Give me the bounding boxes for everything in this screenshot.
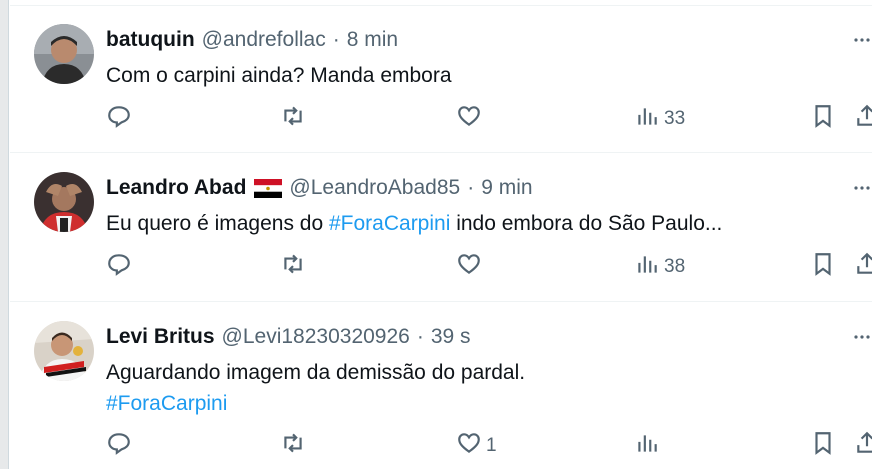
timestamp[interactable]: 8 min [347,28,398,52]
retweet-icon [280,430,306,462]
tweet-text: Aguardando imagem da demissão do pardal.… [106,357,846,419]
views-icon [634,430,660,462]
share-button[interactable] [854,104,872,134]
tweet-actions: 33 [106,104,872,136]
separator-dot: · [332,28,340,51]
separator-dot: · [467,176,475,199]
tweet[interactable]: Leandro Abad @LeandroAbad85 · 9 min Eu q… [10,154,872,302]
more-icon[interactable] [852,178,872,198]
author-handle[interactable]: @LeandroAbad85 [289,176,460,200]
share-button[interactable] [854,431,872,461]
tweet-header: Leandro Abad @LeandroAbad85 · 9 min [106,174,533,202]
like-button[interactable] [456,252,482,282]
reply-button[interactable] [106,104,132,134]
avatar[interactable] [34,172,94,232]
reply-icon [106,430,132,462]
timestamp[interactable]: 39 s [431,325,471,349]
like-button[interactable] [456,104,482,134]
author-handle[interactable]: @Levi18230320926 [222,325,410,349]
author-handle[interactable]: @andrefollac [202,28,326,52]
hashtag-link[interactable]: #ForaCarpini [106,388,846,419]
share-icon [854,103,872,135]
views-button[interactable] [634,431,660,461]
views-count: 38 [664,256,686,277]
tweet-text-line: Aguardando imagem da demissão do pardal. [106,361,526,384]
heart-icon [456,430,482,462]
tweet-text-start: Eu quero é imagens do [106,212,329,235]
retweet-icon [280,251,306,283]
bookmark-button[interactable] [810,252,836,282]
author-name[interactable]: batuquin [106,28,195,52]
reply-button[interactable] [106,252,132,282]
left-rail [0,0,9,469]
views-icon [634,103,660,135]
timestamp[interactable]: 9 min [481,176,532,200]
retweet-icon [280,103,306,135]
retweet-button[interactable] [280,104,306,134]
tweet-text-end: indo embora do São Paulo... [450,212,723,235]
share-icon [854,251,872,283]
views-icon [634,251,660,283]
like-count: 1 [486,435,497,456]
tweet-actions: 1 [106,431,872,463]
reply-icon [106,251,132,283]
retweet-button[interactable] [280,252,306,282]
hashtag-link[interactable]: #ForaCarpini [329,212,450,235]
author-name[interactable]: Leandro Abad [106,176,246,200]
tweet[interactable]: batuquin @andrefollac · 8 min Com o carp… [10,5,872,153]
separator-dot: · [416,325,424,348]
egypt-flag-icon [254,178,283,198]
tweet-header: Levi Britus @Levi18230320926 · 39 s [106,323,471,351]
more-icon[interactable] [852,327,872,347]
reply-button[interactable] [106,431,132,461]
reply-icon [106,103,132,135]
tweet-text: Eu quero é imagens do #ForaCarpini indo … [106,208,846,239]
share-button[interactable] [854,252,872,282]
avatar[interactable] [34,321,94,381]
retweet-button[interactable] [280,431,306,461]
bookmark-icon [810,103,836,135]
author-name[interactable]: Levi Britus [106,325,215,349]
share-icon [854,430,872,462]
views-button[interactable]: 33 [634,104,685,134]
bookmark-icon [810,430,836,462]
views-button[interactable]: 38 [634,252,685,282]
heart-icon [456,251,482,283]
bookmark-button[interactable] [810,431,836,461]
bookmark-button[interactable] [810,104,836,134]
avatar[interactable] [34,24,94,84]
tweet-actions: 38 [106,252,872,284]
tweet[interactable]: Levi Britus @Levi18230320926 · 39 s Agua… [10,303,872,473]
bookmark-icon [810,251,836,283]
views-count: 33 [664,108,686,129]
like-button[interactable]: 1 [456,431,497,461]
tweet-feed: batuquin @andrefollac · 8 min Com o carp… [10,0,872,469]
tweet-text: Com o carpini ainda? Manda embora [106,64,452,87]
more-icon[interactable] [852,30,872,50]
tweet-header: batuquin @andrefollac · 8 min [106,26,398,54]
heart-icon [456,103,482,135]
